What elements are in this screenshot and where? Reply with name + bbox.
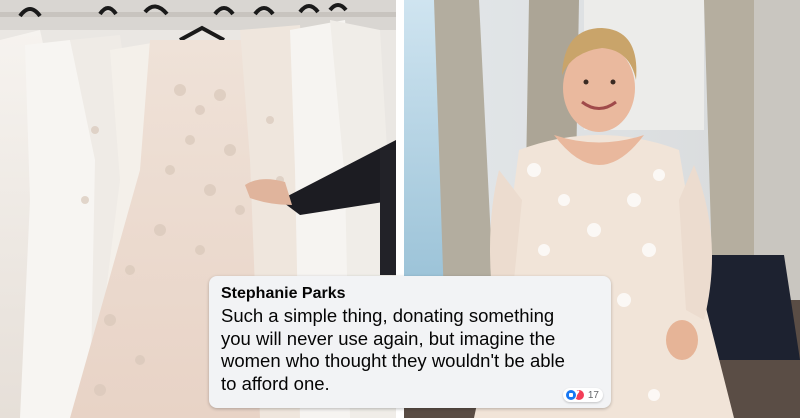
comment-bubble: Stephanie Parks Such a simple thing, don… — [209, 276, 611, 408]
comment-line: you will never use again, but imagine th… — [221, 327, 556, 349]
comment-line: women who thought they wouldn't be able — [221, 350, 565, 371]
comment-line: to afford one. — [221, 372, 330, 394]
like-icon — [564, 389, 577, 401]
reaction-count: 17 — [587, 389, 599, 401]
comment-line: Such a simple thing, donating something — [221, 305, 555, 326]
reaction-summary[interactable]: 17 — [562, 388, 603, 402]
comment-author[interactable]: Stephanie Parks — [221, 284, 599, 304]
comment-text: Such a simple thing, donating something … — [221, 305, 599, 395]
